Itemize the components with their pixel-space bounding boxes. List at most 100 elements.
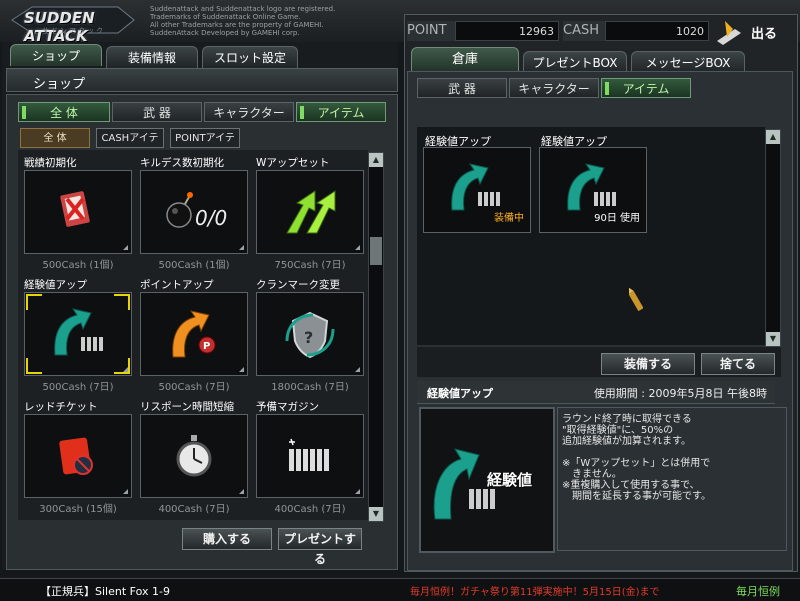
tab-label: ショップ [31,49,80,63]
double-arrow-icon [286,190,336,234]
tab-present-box[interactable]: プレゼントBOX [523,51,627,73]
sub-tab-label: アイテム [622,82,670,96]
shop-item-image [140,414,248,498]
detail-period: 使用期間 : 2009年5月8日 午後8時 [593,387,767,400]
shop-item-name: 経験値アップ [24,279,87,291]
shop-item[interactable]: ポイントアップ P 500Cash (7日) [140,278,248,394]
shop-title: ショップ [33,77,86,92]
discard-button[interactable]: 捨てる [701,353,775,375]
category-tab-item[interactable]: アイテム [296,102,386,122]
shop-item-price: 1800Cash (7日) [271,382,349,393]
shop-item[interactable]: Wアップセット 750Cash (7日) [256,156,364,272]
logo-subtext: サドンアタック [42,27,105,35]
equipped-status: 装備中 [494,213,524,224]
buy-button[interactable]: 購入する [182,528,272,550]
description-text: ラウンド終了時に取得できる "取得経験値"に、50%の 追加経験値が加算されます… [562,414,711,502]
filter-all[interactable]: 全 体 [20,128,90,148]
category-tab-character[interactable]: キャラクター [204,102,294,122]
red-ticket-icon [59,437,93,475]
duration-status: 90日 使用 [594,213,640,224]
equip-button[interactable]: 装備する [601,353,695,375]
shop-item-image [24,414,132,498]
exit-door-icon [717,21,741,45]
shop-scrollbar[interactable]: ▲ ▼ [368,152,384,522]
inventory-item-image: 装備中 [423,147,531,233]
shop-item[interactable]: リスポーン時間短縮 400Cash (7日) [140,400,248,516]
detail-image-label: 経験値 [487,471,533,489]
description-line: ※「Wアップセット」とは併用で [562,458,711,469]
category-tab-weapon[interactable]: 武 器 [112,102,202,122]
tab-equipment-info[interactable]: 装備情報 [106,46,198,68]
legal-line: Trademarks of Suddenattack Online Game. [150,13,301,21]
shop-item-image: ? [256,292,364,376]
scroll-thumb[interactable] [370,237,382,265]
shop-item[interactable]: キルデス数初期化 0/0 500Cash (1個) [140,156,248,272]
shop-item[interactable]: 戦績初期化 500Cash (1個) [24,156,132,272]
category-tab-label: 武 器 [143,106,171,120]
ticker-right: 毎月恒例 [736,585,780,598]
tab-slot-settings[interactable]: スロット設定 [202,46,298,68]
inventory-item[interactable]: 経験値アップ 90日 使用 [539,133,647,233]
tab-storage[interactable]: 倉庫 [411,47,519,71]
inventory-item[interactable]: 経験値アップ 装備中 [423,133,531,233]
filter-cash-items[interactable]: CASHアイテム [96,128,164,164]
legal-notice: Suddenattack and Suddenattack logo are r… [150,5,390,37]
shop-item-grid: 戦績初期化 500Cash (1個) キルデス数初期化 0/0 500Cash … [18,150,368,520]
exit-button[interactable]: 出る [713,17,787,45]
sub-tab-label: 武 器 [448,82,476,96]
stopwatch-icon [176,435,212,477]
shop-item[interactable]: クランマーク変更 ? 1800Cash (7日) [256,278,364,394]
news-ticker: 毎月恒例！ガチャ祭り第11弾実施中！5月15日(金)まで [410,587,660,598]
shop-item-name: 予備マガジン [256,401,319,413]
sub-tab-item[interactable]: アイテム [601,78,691,98]
tab-message-box[interactable]: メッセージBOX [631,51,745,73]
detail-image: 経験値 [419,407,555,553]
point-up-icon: P [172,310,216,358]
filter-label: 全 体 [43,133,67,144]
tab-shop[interactable]: ショップ [10,44,102,66]
category-tab-label: 全 体 [50,106,78,120]
description-line: 追加経験値が加算されます。 [562,436,691,447]
legal-line: All other Trademarks are the property of… [150,21,324,29]
shop-item-image [24,170,132,254]
sub-tab-weapon[interactable]: 武 器 [417,78,507,98]
selection-corner [26,358,42,374]
scroll-up-icon[interactable]: ▲ [766,130,780,144]
selection-corner [114,358,130,374]
svg-text:?: ? [304,328,313,347]
present-button[interactable]: プレゼントする [278,528,362,566]
point-label: POINT [407,21,455,41]
category-tab-all[interactable]: 全 体 [18,102,110,122]
shop-item[interactable]: レッドチケット 300Cash (15個) [24,400,132,516]
sub-tab-character[interactable]: キャラクター [509,78,599,98]
scroll-down-icon[interactable]: ▼ [369,507,383,521]
player-name: 【正規兵】Silent Fox 1-9 [40,585,170,598]
shop-item[interactable]: 予備マガジン 400Cash (7日) [256,400,364,516]
cash-value: 1020 [605,21,709,41]
shop-item-price: 750Cash (7日) [274,260,346,271]
tab-label: 倉庫 [451,52,478,67]
detail-description: ラウンド終了時に取得できる "取得経験値"に、50%の 追加経験値が加算されます… [557,407,787,551]
description-line: "取得経験値"に、50%の [562,425,674,436]
record-reset-icon [60,191,90,227]
filter-point-items[interactable]: POINTアイテム [170,128,240,164]
selection-corner [114,294,130,310]
category-tab-label: アイテム [317,106,365,120]
shop-item-name: 戦績初期化 [24,157,77,169]
description-line: きません。 [562,469,622,480]
shop-item-name: キルデス数初期化 [140,157,224,169]
category-tab-label: キャラクター [213,106,285,120]
shop-item-image [256,170,364,254]
scroll-down-icon[interactable]: ▼ [766,332,780,346]
shop-item-selected[interactable]: 経験値アップ 500Cash (7日) [24,278,132,394]
shop-item-price: 500Cash (7日) [158,382,230,393]
shop-item-price: 400Cash (7日) [158,504,230,515]
inventory-panel: POINT 12963 CASH 1020 出る 倉庫 プレゼントBOX メッセ… [404,14,798,572]
scroll-up-icon[interactable]: ▲ [369,153,383,167]
description-line: 期間を延長する事が可能です。 [562,491,711,502]
tab-label: メッセージBOX [645,56,731,70]
shop-item-name: ポイントアップ [140,279,214,291]
shop-item-image: P [140,292,248,376]
inventory-scrollbar[interactable]: ▲ ▼ [765,129,781,347]
shop-title-bar: ショップ [6,68,398,92]
